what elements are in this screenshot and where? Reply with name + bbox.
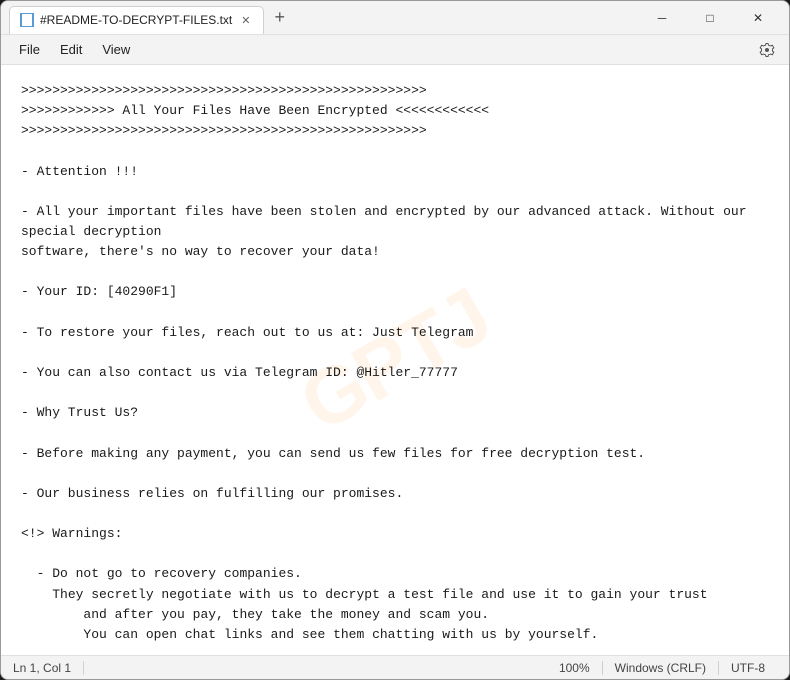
file-icon-inner bbox=[22, 14, 32, 26]
settings-icon[interactable] bbox=[753, 36, 781, 64]
encoding: UTF-8 bbox=[719, 661, 777, 675]
tab-label: #README-TO-DECRYPT-FILES.txt bbox=[40, 13, 232, 27]
cursor-position: Ln 1, Col 1 bbox=[13, 661, 84, 675]
menu-bar: File Edit View bbox=[1, 35, 789, 65]
view-menu[interactable]: View bbox=[92, 38, 140, 61]
tab-close-button[interactable]: ✕ bbox=[238, 12, 253, 29]
zoom-level: 100% bbox=[559, 661, 603, 675]
tab-area: #README-TO-DECRYPT-FILES.txt ✕ + bbox=[9, 1, 639, 34]
status-bar: Ln 1, Col 1 100% Windows (CRLF) UTF-8 bbox=[1, 655, 789, 679]
edit-menu[interactable]: Edit bbox=[50, 38, 92, 61]
text-editor-area[interactable]: GPTJ >>>>>>>>>>>>>>>>>>>>>>>>>>>>>>>>>>>… bbox=[1, 65, 789, 655]
line-ending: Windows (CRLF) bbox=[603, 661, 719, 675]
minimize-button[interactable]: ─ bbox=[639, 3, 685, 33]
file-text: >>>>>>>>>>>>>>>>>>>>>>>>>>>>>>>>>>>>>>>>… bbox=[21, 81, 769, 655]
status-right: 100% Windows (CRLF) UTF-8 bbox=[559, 661, 777, 675]
main-window: #README-TO-DECRYPT-FILES.txt ✕ + ─ □ ✕ F… bbox=[0, 0, 790, 680]
title-bar: #README-TO-DECRYPT-FILES.txt ✕ + ─ □ ✕ bbox=[1, 1, 789, 35]
active-tab[interactable]: #README-TO-DECRYPT-FILES.txt ✕ bbox=[9, 6, 264, 34]
window-controls: ─ □ ✕ bbox=[639, 3, 781, 33]
file-menu[interactable]: File bbox=[9, 38, 50, 61]
close-button[interactable]: ✕ bbox=[735, 3, 781, 33]
file-icon bbox=[20, 13, 34, 27]
maximize-button[interactable]: □ bbox=[687, 3, 733, 33]
file-content: >>>>>>>>>>>>>>>>>>>>>>>>>>>>>>>>>>>>>>>>… bbox=[21, 81, 769, 655]
new-tab-button[interactable]: + bbox=[268, 7, 291, 28]
